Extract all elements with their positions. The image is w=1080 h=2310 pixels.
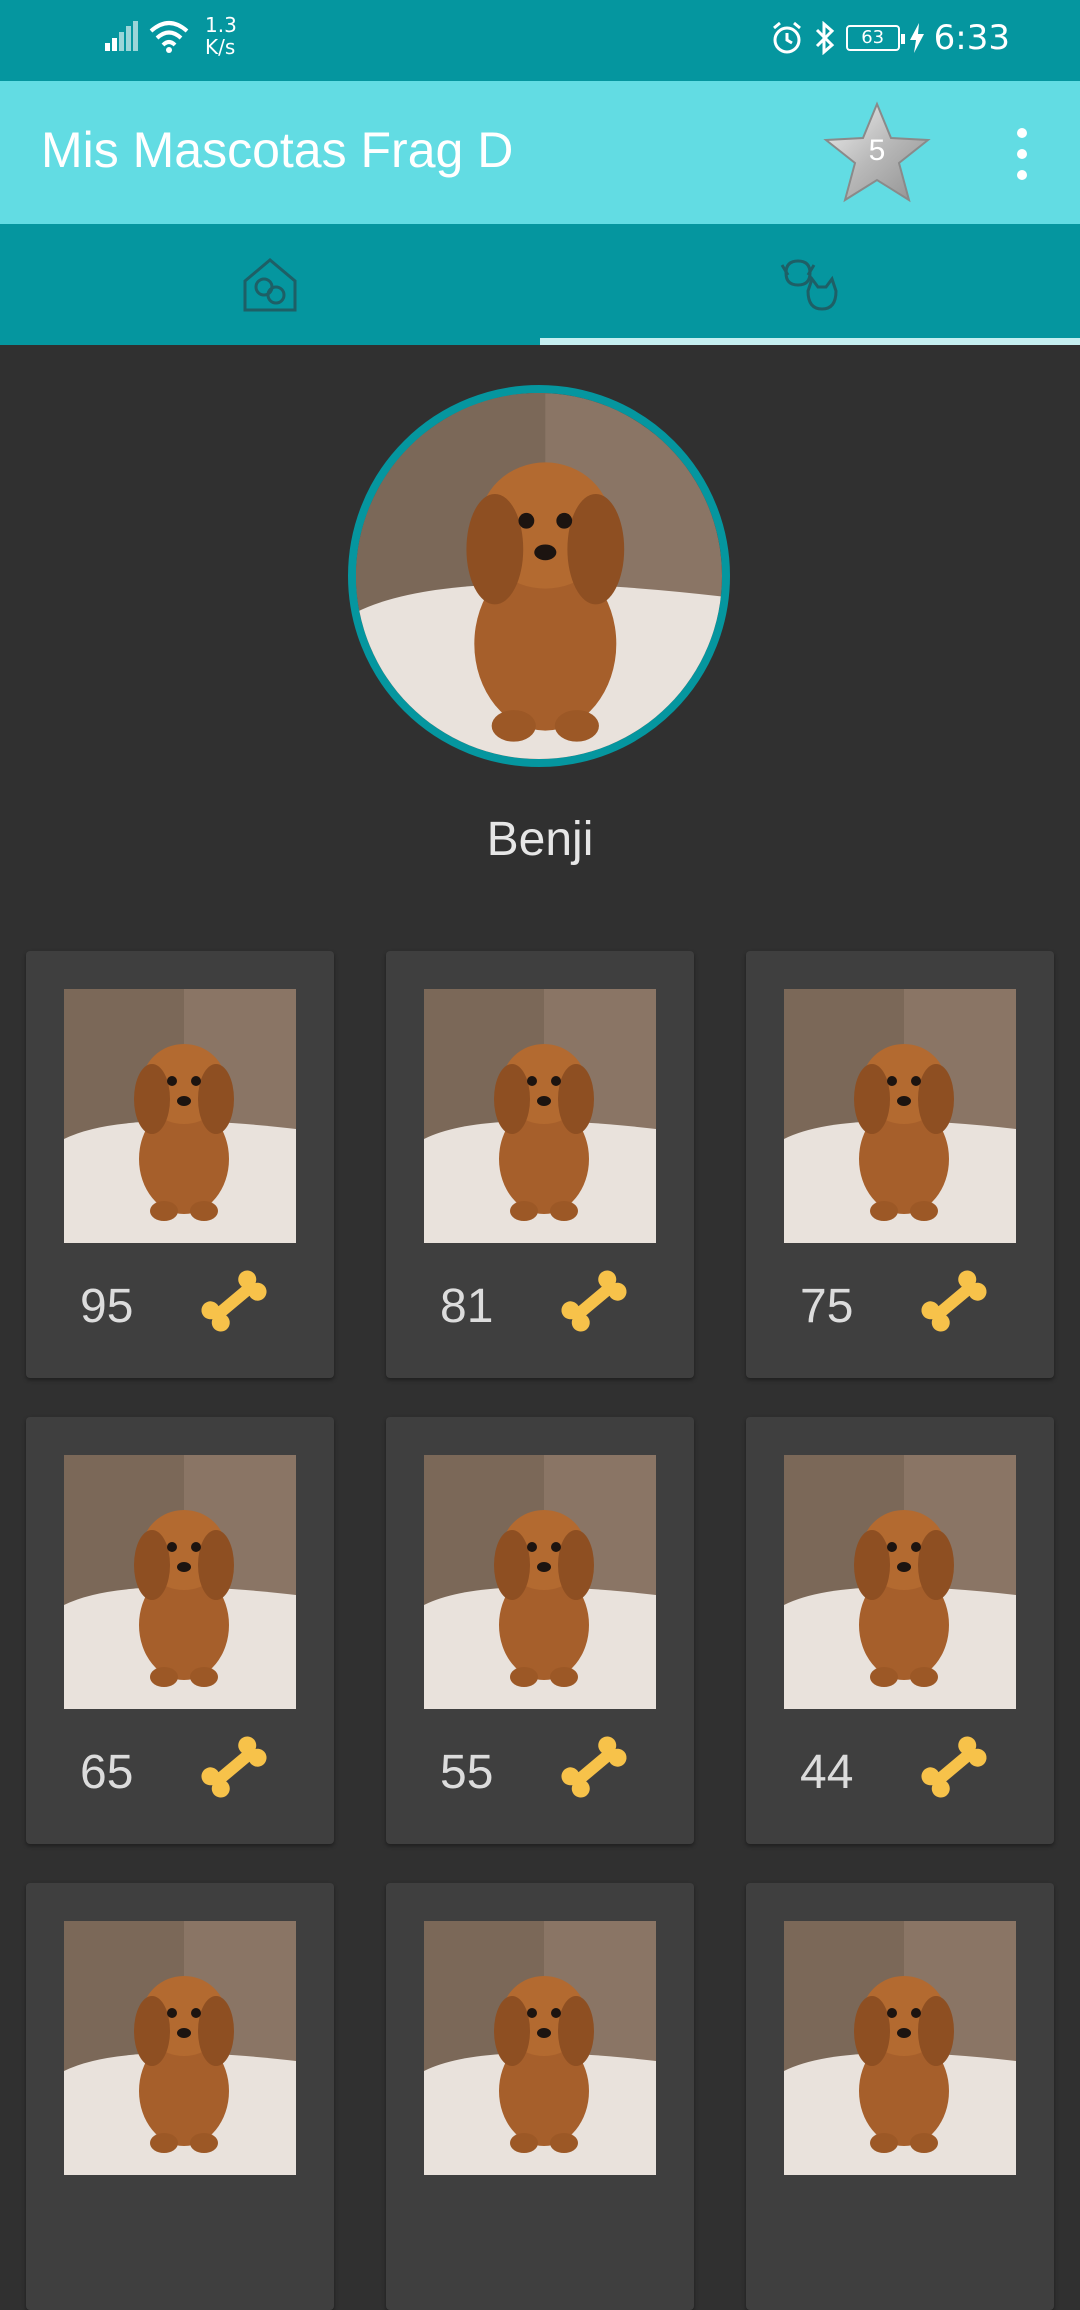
rating-count: 75 bbox=[800, 1280, 854, 1333]
rating-count: 65 bbox=[80, 1746, 134, 1799]
signal-icon bbox=[105, 21, 138, 51]
pet-photo-card[interactable]: 55 bbox=[386, 1417, 694, 1844]
tab-pet-profile[interactable] bbox=[540, 224, 1080, 345]
bone-icon[interactable] bbox=[914, 1261, 994, 1341]
star-count: 5 bbox=[868, 134, 886, 167]
rating-count: 44 bbox=[800, 1746, 854, 1799]
pet-photo-card[interactable]: 81 bbox=[386, 951, 694, 1378]
pet-photo bbox=[784, 989, 1016, 1243]
pet-photo-card[interactable] bbox=[26, 1883, 334, 2310]
rating-count: 55 bbox=[440, 1746, 494, 1799]
status-bar: 1.3 K/s 63 6:33 bbox=[0, 0, 1080, 81]
bone-icon[interactable] bbox=[194, 1261, 274, 1341]
pet-photo bbox=[424, 1455, 656, 1709]
bone-icon[interactable] bbox=[554, 1727, 634, 1807]
charging-icon bbox=[909, 23, 924, 53]
bone-icon[interactable] bbox=[194, 1727, 274, 1807]
pet-photo bbox=[784, 1921, 1016, 2175]
dog-cat-icon bbox=[780, 258, 838, 311]
pet-photo bbox=[424, 1921, 656, 2175]
overflow-menu-button[interactable] bbox=[1010, 128, 1034, 180]
tab-bar bbox=[0, 224, 1080, 345]
alarm-icon bbox=[772, 21, 801, 54]
pet-photo-card[interactable]: 44 bbox=[746, 1417, 1054, 1844]
pet-photo bbox=[64, 989, 296, 1243]
tab-home-pets[interactable] bbox=[0, 224, 540, 345]
pet-photo bbox=[784, 1455, 1016, 1709]
overflow-dot bbox=[1017, 149, 1027, 159]
bone-icon[interactable] bbox=[554, 1261, 634, 1341]
status-left: 1.3 K/s bbox=[105, 14, 237, 58]
pet-photo-card[interactable]: 75 bbox=[746, 951, 1054, 1378]
overflow-dot bbox=[1017, 170, 1027, 180]
battery-icon: 63 bbox=[845, 25, 905, 51]
pet-photo-card[interactable] bbox=[386, 1883, 694, 2310]
network-speed: 1.3 K/s bbox=[205, 14, 237, 58]
dog-photo bbox=[356, 393, 722, 759]
network-speed-unit: K/s bbox=[205, 35, 236, 59]
pet-photo bbox=[64, 1455, 296, 1709]
house-pets-icon bbox=[243, 257, 297, 311]
clock: 6:33 bbox=[933, 18, 1010, 58]
pet-name: Benji bbox=[486, 813, 594, 866]
app-title: Mis Mascotas Frag D bbox=[41, 122, 514, 178]
overflow-dot bbox=[1017, 128, 1027, 138]
wifi-icon bbox=[149, 21, 189, 53]
pet-photo bbox=[424, 989, 656, 1243]
battery-level: 63 bbox=[861, 27, 885, 48]
rating-count: 81 bbox=[440, 1280, 494, 1333]
rating-count: 95 bbox=[80, 1280, 134, 1333]
bluetooth-icon bbox=[815, 21, 834, 55]
pet-photo-card[interactable]: 65 bbox=[26, 1417, 334, 1844]
bone-icon[interactable] bbox=[914, 1727, 994, 1807]
favorites-star-button[interactable]: 5 bbox=[822, 100, 932, 210]
status-right: 63 6:33 bbox=[770, 18, 1010, 58]
pet-photo bbox=[64, 1921, 296, 2175]
network-speed-value: 1.3 bbox=[205, 13, 237, 37]
tab-selected-indicator bbox=[540, 338, 1080, 345]
pet-photo-card[interactable] bbox=[746, 1883, 1054, 2310]
pet-avatar bbox=[348, 385, 730, 767]
pet-photo-card[interactable]: 95 bbox=[26, 951, 334, 1378]
